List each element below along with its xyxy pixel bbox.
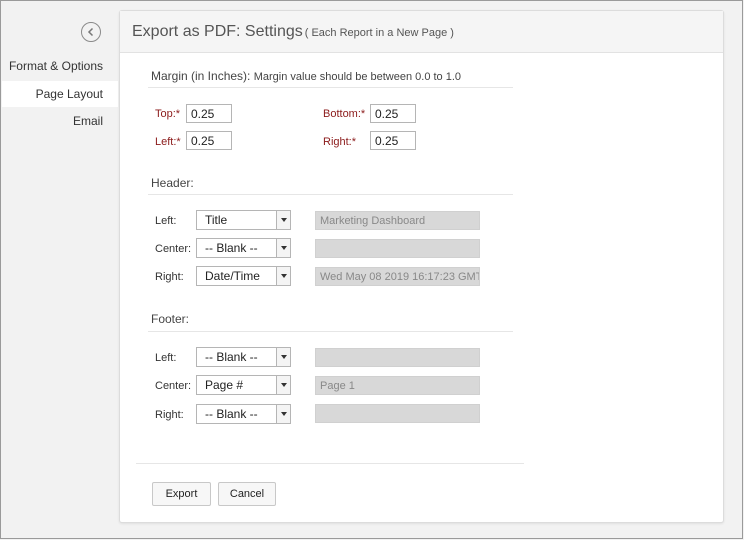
header-left-label: Left: (155, 215, 177, 227)
footer-left-select[interactable]: -- Blank -- (196, 347, 291, 367)
header-center-value (315, 239, 480, 258)
sidebar-item-email[interactable]: Email (2, 108, 118, 134)
sidebar: Format & Options Page Layout Email (2, 2, 118, 538)
page-title: Export as PDF: Settings (132, 22, 303, 40)
dropdown-arrow-icon (276, 267, 290, 285)
footer-center-select[interactable]: Page # (196, 375, 291, 395)
header-right-label: Right: (155, 271, 184, 283)
header-center-select[interactable]: -- Blank -- (196, 238, 291, 258)
sidebar-item-page-layout[interactable]: Page Layout (2, 81, 118, 107)
chevron-left-icon (87, 27, 94, 37)
header-left-select[interactable]: Title (196, 210, 291, 230)
footer-right-select[interactable]: -- Blank -- (196, 404, 291, 424)
header-center-label: Center: (155, 243, 192, 255)
back-button[interactable] (81, 22, 101, 42)
header-left-select-value: Title (205, 213, 228, 227)
panel-header: Export as PDF: Settings ( Each Report in… (120, 11, 723, 53)
footer-center-value: Page 1 (315, 376, 480, 395)
header-center-select-value: -- Blank -- (205, 241, 258, 255)
header-right-select[interactable]: Date/Time (196, 266, 291, 286)
sidebar-item-format-options[interactable]: Format & Options (2, 53, 118, 79)
footer-left-select-value: -- Blank -- (205, 350, 258, 364)
header-right-select-value: Date/Time (205, 269, 260, 283)
dropdown-arrow-icon (276, 376, 290, 394)
margin-bottom-input[interactable] (370, 104, 416, 123)
header-section-title: Header: (151, 176, 194, 190)
window-frame: Format & Options Page Layout Email Expor… (0, 0, 743, 539)
dropdown-arrow-icon (276, 405, 290, 423)
margin-bottom-label: Bottom:* (323, 108, 366, 120)
footer-center-select-value: Page # (205, 378, 244, 392)
dropdown-arrow-icon (276, 211, 290, 229)
margin-top-input[interactable] (186, 104, 232, 123)
divider (148, 87, 513, 88)
margin-right-input[interactable] (370, 131, 416, 150)
margin-section-title: Margin (in Inches): Margin value should … (151, 69, 461, 83)
header-right-value: Wed May 08 2019 16:17:23 GMT+ (315, 267, 480, 286)
footer-right-select-value: -- Blank -- (205, 407, 258, 421)
footer-center-label: Center: (155, 380, 192, 392)
divider (148, 331, 513, 332)
margin-left-label: Left:* (155, 136, 181, 148)
margin-right-label: Right:* (323, 136, 357, 148)
dropdown-arrow-icon (276, 239, 290, 257)
divider (148, 194, 513, 195)
page-subtitle: ( Each Report in a New Page ) (304, 27, 454, 39)
cancel-button[interactable]: Cancel (218, 482, 276, 506)
settings-panel: Export as PDF: Settings ( Each Report in… (119, 10, 724, 523)
margin-title: Margin (in Inches): (151, 69, 251, 83)
footer-left-label: Left: (155, 352, 177, 364)
margin-left-input[interactable] (186, 131, 232, 150)
dropdown-arrow-icon (276, 348, 290, 366)
export-button[interactable]: Export (152, 482, 211, 506)
header-left-value: Marketing Dashboard (315, 211, 480, 230)
footer-right-value (315, 404, 480, 423)
footer-right-label: Right: (155, 409, 184, 421)
margin-hint: Margin value should be between 0.0 to 1.… (253, 71, 462, 83)
footer-section-title: Footer: (151, 312, 190, 326)
footer-left-value (315, 348, 480, 367)
divider (136, 463, 524, 464)
margin-top-label: Top:* (155, 108, 181, 120)
